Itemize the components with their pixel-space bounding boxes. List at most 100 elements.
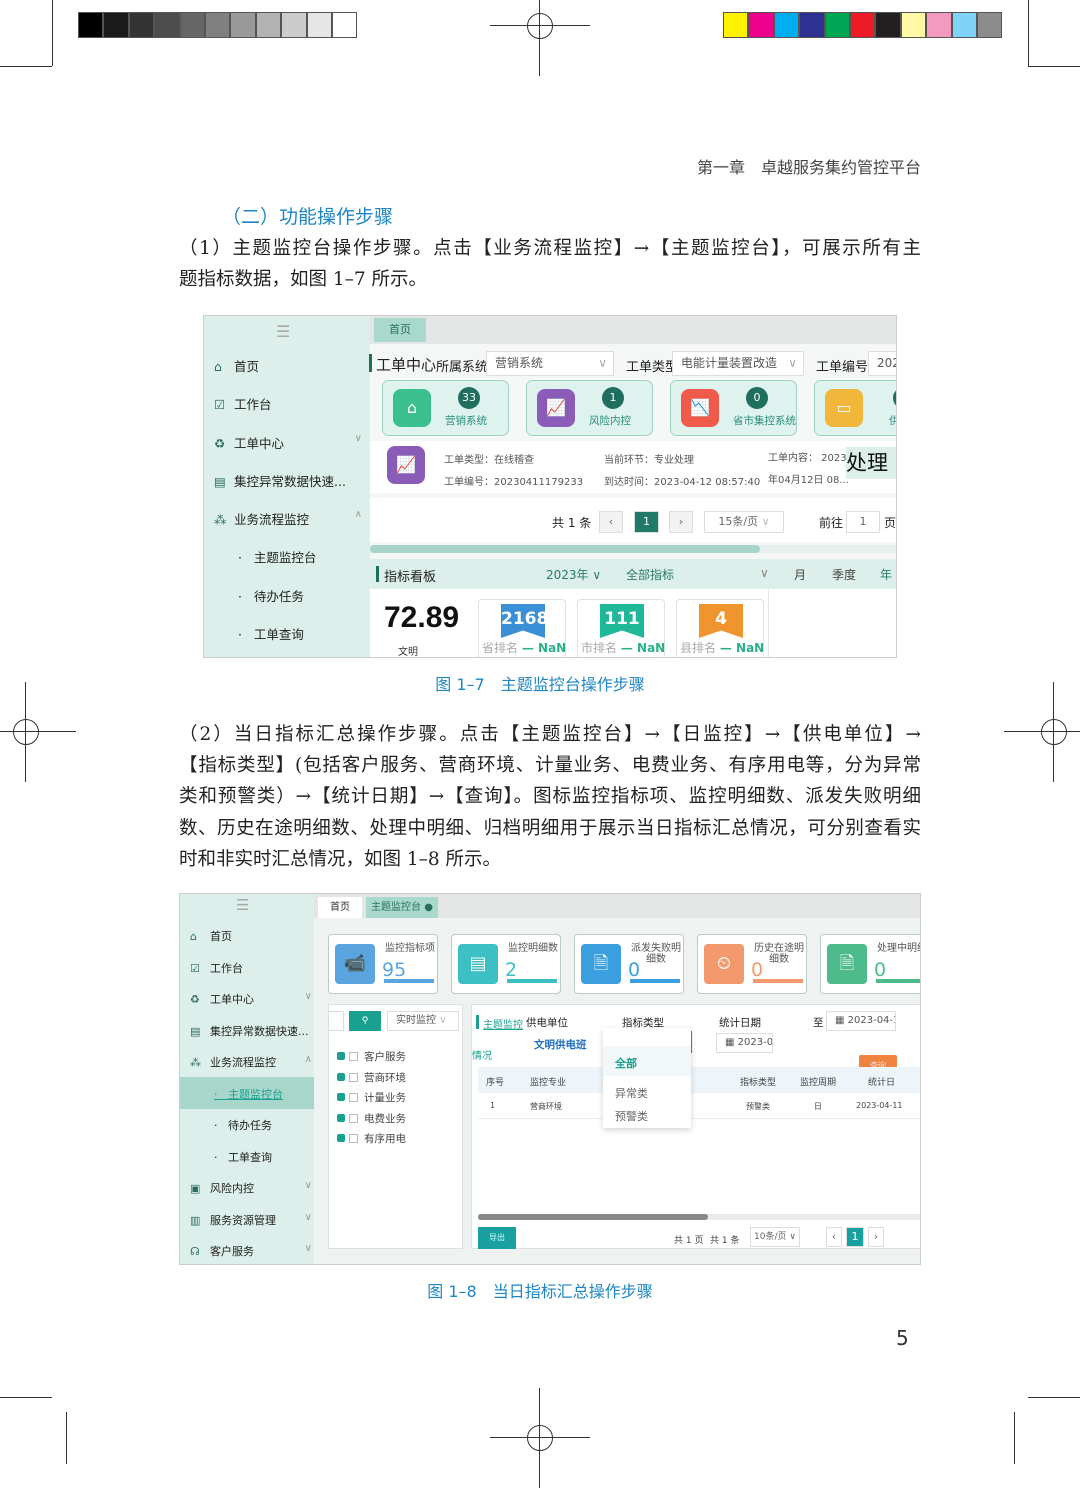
export-button[interactable]: 导出 — [478, 1227, 516, 1249]
period-month[interactable]: 月 — [794, 566, 806, 583]
type-select[interactable]: 电能计量装置改造 ∨ — [672, 351, 804, 376]
metric-card[interactable]: ▤ 监控明细数 2 — [451, 934, 561, 994]
rank-value: 111 — [600, 604, 644, 638]
search-input[interactable] — [328, 1011, 344, 1031]
chevron-down-icon: ∨ — [304, 1243, 312, 1254]
sidebar-item-home[interactable]: ⌂ 首页 — [190, 928, 312, 944]
prev-page-button[interactable]: ‹ — [826, 1227, 842, 1247]
gray-swatch — [103, 12, 129, 38]
layers-icon — [337, 1072, 345, 1081]
tab-theme-console[interactable]: 主题监控台 ● — [366, 897, 438, 918]
menu-toggle-icon[interactable]: ☰ — [236, 896, 249, 914]
sidebar-item-exception-data[interactable]: ▤ 集控异常数据快速... — [190, 1023, 312, 1039]
tab-home[interactable]: 首页 — [374, 318, 426, 342]
sidebar-item-process-monitor[interactable]: ⁂ 业务流程监控 ∧ — [214, 509, 364, 528]
horizontal-scrollbar[interactable] — [478, 1214, 920, 1220]
next-page-button[interactable]: › — [669, 511, 693, 533]
category-checkbox[interactable]: 客户服务 — [337, 1049, 406, 1064]
sidebar-item-workbench[interactable]: ☑ 工作台 — [190, 960, 312, 976]
gray-swatch — [128, 12, 155, 38]
date-to-input[interactable]: ▦ 2023-04-1 — [826, 1011, 896, 1031]
goto-input[interactable]: 1 — [846, 511, 880, 533]
metric-title: 监控明细数 — [508, 943, 558, 954]
system-label: 供 — [889, 413, 896, 428]
menu-toggle-icon[interactable]: ☰ — [276, 322, 290, 341]
metric-card[interactable]: 📹 监控指标项 95 — [328, 934, 438, 994]
home-icon: ⌂ — [214, 359, 222, 374]
sidebar-item-risk-control[interactable]: ▣ 风险内控 ∨ — [190, 1180, 312, 1196]
sidebar-item-exception-data[interactable]: ▤ 集控异常数据快速... — [214, 471, 346, 490]
pagination: 共 1 条 ‹ 1 › 15条/页 ∨ 前往 1 页 — [370, 498, 896, 542]
sidebar-item-workbench[interactable]: ☑ 工作台 — [214, 394, 272, 413]
type-dropdown-menu: 全部 异常类 预警类 — [603, 1028, 691, 1128]
horizontal-scrollbar[interactable] — [370, 545, 896, 553]
system-select[interactable]: 营销系统 ∨ — [486, 351, 614, 376]
sidebar-item-resource-mgmt[interactable]: ▥ 服务资源管理 ∨ — [190, 1212, 312, 1228]
chevron-down-icon: ∨ — [788, 356, 797, 370]
sidebar-item-theme-console[interactable]: · 主题监控台 — [214, 1086, 314, 1102]
risk-control-icon: ▣ — [190, 1182, 201, 1195]
sidebar-item-todo[interactable]: · 待办任务 — [214, 1117, 314, 1133]
system-icon: ▭ — [825, 389, 863, 427]
dropdown-option-warning[interactable]: 预警类 — [615, 1108, 648, 1124]
indicator-select[interactable]: 全部指标 — [626, 566, 674, 583]
sidebar-item-order-query[interactable]: · 工单查询 — [238, 624, 304, 643]
current-step: 当前环节：专业处理 — [604, 455, 694, 466]
prev-page-button[interactable]: ‹ — [599, 511, 623, 533]
order-detail-row[interactable]: 📈 工单类型：在线稽查 工单编号：20230411179233 当前环节：专业处… — [370, 441, 896, 493]
sidebar-item-home[interactable]: ⌂ 首页 — [214, 356, 259, 375]
sidebar-item-process-monitor[interactable]: ⁂ 业务流程监控 ∧ — [190, 1054, 312, 1070]
system-card[interactable]: 📈 1 风险内控 — [526, 380, 653, 436]
metric-value: 2 — [505, 959, 518, 981]
metric-icon: 🗎 — [827, 944, 867, 984]
category-checkbox[interactable]: 营商环境 — [337, 1070, 406, 1085]
sidebar-item-customer-service[interactable]: ☊ 客户服务 ∨ — [190, 1243, 312, 1259]
sidebar-item-todo[interactable]: · 待办任务 — [238, 586, 304, 605]
system-card[interactable]: ▭ 供 — [814, 380, 896, 436]
sidebar: ☰ ⌂ 首页 ☑ 工作台 ♻ 工单中心 ∨ ▤ 集控异常数据快速... ⁂ 业务流程监控 ∧ … — [204, 316, 370, 657]
count-badge — [893, 387, 896, 409]
mode-select[interactable]: 实时监控 ∨ — [387, 1011, 459, 1031]
period-year[interactable]: 年 — [880, 566, 892, 583]
resource-mgmt-icon: ▥ — [190, 1213, 201, 1227]
order-no-input[interactable]: 2023 — [868, 351, 896, 376]
chevron-down-icon[interactable]: ∨ — [760, 566, 769, 580]
category-checkbox[interactable]: 有序用电 — [337, 1131, 406, 1146]
sidebar-item-theme-console[interactable]: · 主题监控台 — [238, 547, 316, 566]
page-1-button[interactable]: 1 — [846, 1227, 864, 1247]
next-page-button[interactable]: › — [868, 1227, 884, 1247]
sidebar-item-order-query[interactable]: · 工单查询 — [214, 1149, 314, 1165]
tab-bar: 首页 — [370, 316, 896, 344]
page-size-select[interactable]: 15条/页 ∨ — [704, 511, 784, 533]
metric-value: 95 — [382, 959, 407, 981]
tab-home[interactable]: 首页 — [318, 897, 362, 918]
system-card[interactable]: 📉 0 省市集控系统 — [670, 380, 797, 436]
chevron-down-icon: ∨ — [304, 991, 312, 1002]
category-checkbox[interactable]: 电费业务 — [337, 1111, 406, 1126]
category-checkbox[interactable]: 计量业务 — [337, 1090, 406, 1105]
process-button[interactable]: 处理 — [846, 447, 896, 479]
metric-card[interactable]: 🗎 处理中明细 0 — [820, 934, 920, 994]
page-1-button[interactable]: 1 — [634, 511, 659, 533]
dropdown-option-abnormal[interactable]: 异常类 — [615, 1085, 648, 1101]
chevron-down-icon: ∨ — [598, 356, 607, 370]
figure-1-screenshot: ☰ ⌂ 首页 ☑ 工作台 ♻ 工单中心 ∨ ▤ 集控异常数据快速... ⁂ 业务流程监控 ∧ … — [203, 315, 897, 658]
system-card[interactable]: ⌂ 33 营销系统 — [382, 380, 509, 436]
running-header: 第一章 卓越服务集约管控平台 — [696, 158, 921, 177]
search-button[interactable]: ⚲ — [349, 1011, 381, 1031]
metric-value: 0 — [628, 959, 641, 981]
registration-mark-right — [1004, 682, 1080, 782]
unit-tree-item[interactable]: 文明供电班 — [534, 1037, 587, 1052]
panel-title[interactable]: 主题监控 — [483, 1016, 523, 1031]
year-select[interactable]: 2023年 ∨ — [546, 566, 601, 583]
metric-card[interactable]: ⏲ 历史在途明细数 0 — [697, 934, 807, 994]
table-row[interactable]: 1 营商环境 预警类 日 2023-04-11 — [478, 1093, 920, 1119]
period-quarter[interactable]: 季度 — [832, 566, 856, 583]
dropdown-option-all[interactable]: 全部 — [615, 1055, 637, 1071]
metric-card[interactable]: 🗎 派发失败明细数 0 — [574, 934, 684, 994]
chevron-down-icon: ∨ — [304, 1211, 312, 1223]
page-size-select[interactable]: 10条/页 ∨ — [750, 1227, 800, 1247]
sidebar-item-order-center[interactable]: ♻ 工单中心 ∨ — [214, 433, 364, 452]
date-from-input[interactable]: ▦ 2023-0 — [716, 1033, 773, 1053]
sidebar-item-order-center[interactable]: ♻ 工单中心 ∨ — [190, 991, 312, 1007]
